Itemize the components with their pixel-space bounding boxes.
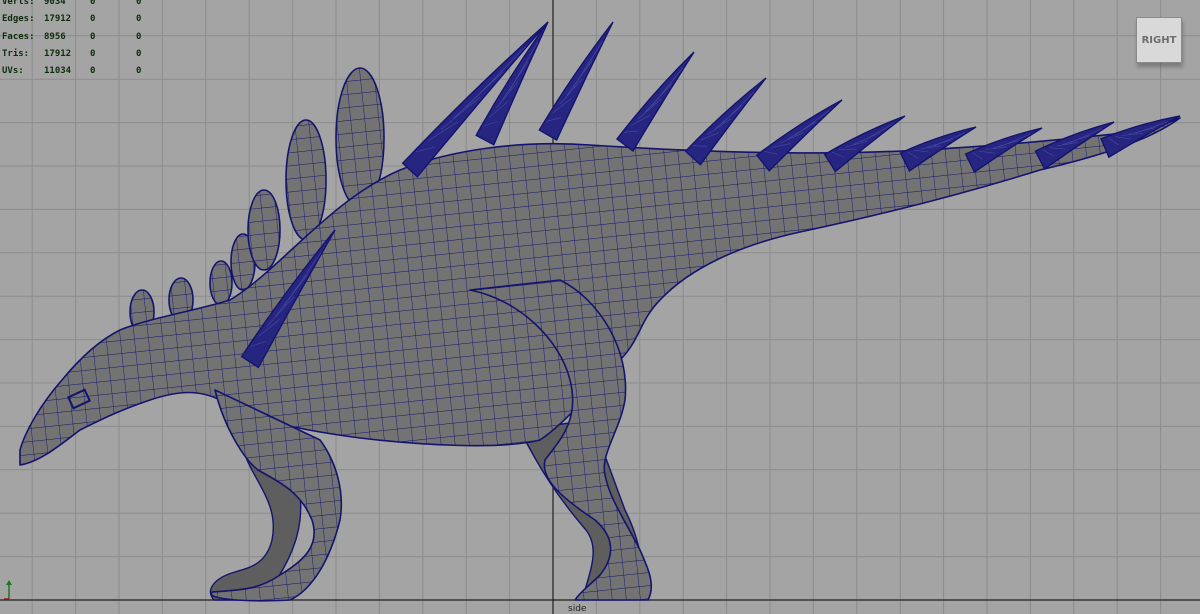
- camera-name: side: [568, 604, 587, 614]
- hud-value: 0: [136, 48, 142, 59]
- hud-value: 0: [136, 0, 142, 7]
- hud-value: 0: [136, 66, 142, 77]
- hud-label: Faces:: [2, 31, 35, 42]
- hud-label: Verts:: [2, 0, 35, 7]
- hud-row-uvs: UVs: 11034 0 0: [2, 63, 141, 80]
- hud-value: 0: [90, 31, 96, 42]
- axis-gizmo-icon: [4, 580, 12, 600]
- hud-label: Edges:: [2, 14, 35, 25]
- hud-label: UVs:: [2, 66, 24, 77]
- hud-row-edges: Edges: 17912 0 0: [2, 11, 141, 28]
- hud-value: 0: [90, 48, 96, 59]
- back-plate: [285, 119, 327, 241]
- hud-value: 9034: [44, 0, 66, 7]
- hud-label: Tris:: [2, 48, 30, 59]
- hud-value: 0: [136, 31, 142, 42]
- viewcube-label: RIGHT: [1141, 34, 1177, 46]
- hud-value: 0: [90, 66, 96, 77]
- hud-value: 0: [136, 14, 142, 25]
- hud-value: 0: [90, 0, 96, 7]
- dinosaur-mesh[interactable]: [0, 0, 1200, 614]
- spike-wire: [573, 40, 603, 88]
- hud-value: 17912: [44, 14, 72, 25]
- spike-wire: [721, 91, 755, 124]
- spike-wire: [652, 67, 684, 106]
- hud-value: 11034: [44, 66, 72, 77]
- hud-value: 17912: [44, 48, 72, 59]
- hud-row-tris: Tris: 17912 0 0: [2, 46, 141, 63]
- hud-row-verts: Verts: 9034 0 0: [2, 0, 141, 11]
- hud-value: 0: [90, 14, 96, 25]
- poly-count-hud: Verts: 9034 0 0 Edges: 17912 0 0 Faces: …: [2, 0, 141, 80]
- viewport-panel[interactable]: Verts: 9034 0 0 Edges: 17912 0 0 Faces: …: [0, 0, 1200, 614]
- back-plate: [247, 189, 281, 271]
- spike-wire: [794, 110, 830, 136]
- back-plate: [209, 260, 233, 306]
- hud-row-faces: Faces: 8956 0 0: [2, 29, 141, 46]
- hud-value: 8956: [44, 31, 66, 42]
- viewcube-right-face[interactable]: RIGHT: [1136, 17, 1182, 63]
- tail-spike: [538, 21, 614, 141]
